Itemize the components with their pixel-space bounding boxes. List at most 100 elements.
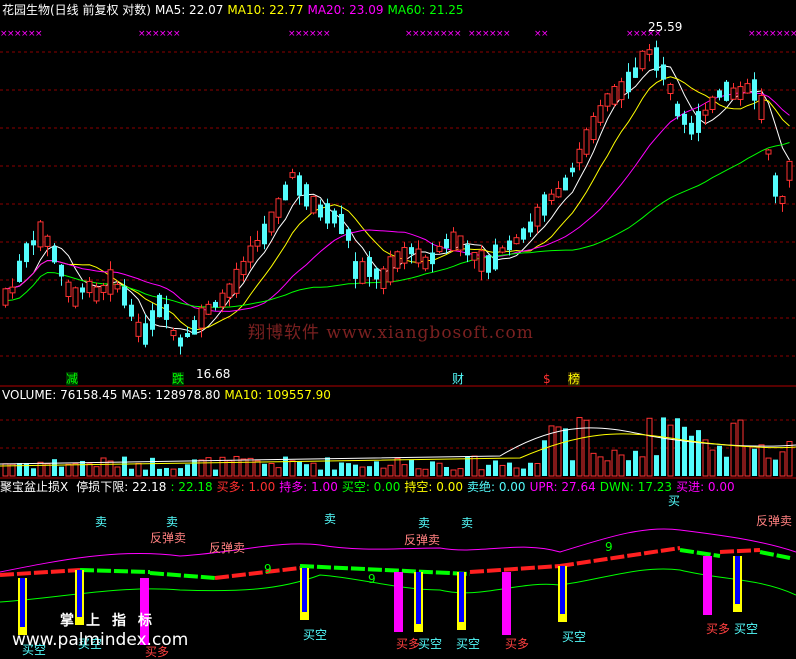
candle-down <box>465 244 470 256</box>
candle-up <box>2 288 9 306</box>
volume-bar-up <box>450 469 457 477</box>
volume-bar-down <box>122 456 127 476</box>
candle-down <box>542 194 547 216</box>
candle-down <box>773 175 778 197</box>
signal-bar-inner <box>705 556 710 607</box>
volume-bar-down <box>654 455 659 476</box>
event-bang[interactable]: 榜 <box>568 372 581 386</box>
candle-down <box>192 320 197 335</box>
volume-bar-up <box>779 451 786 477</box>
volume-bar-up <box>646 417 653 477</box>
volume-bar-down <box>318 469 323 476</box>
event-dollar[interactable]: $ <box>543 372 551 386</box>
candle-down <box>129 304 134 317</box>
candle-down <box>283 184 288 201</box>
candle-up <box>646 49 653 55</box>
signal-x-marker: × <box>173 29 181 39</box>
buy-short-label: 买空 <box>456 637 481 651</box>
stop-loss-segment <box>79 568 151 574</box>
candle-up <box>786 160 793 181</box>
candle-down <box>570 167 575 173</box>
rebound-sell-label: 反弹卖 <box>404 533 441 547</box>
candle-up <box>765 149 772 155</box>
buy-in-readout: 买进: 0.00 <box>676 480 735 494</box>
volume-bar-down <box>17 463 22 476</box>
candle-up <box>555 187 562 198</box>
volume-bar-up <box>583 419 590 477</box>
ma60-readout: MA60: 21.25 <box>387 3 464 17</box>
main-chart-header: 花园生物(日线 前复权 对数) MA5: 22.07 MA10: 22.77 MA20… <box>2 3 468 17</box>
buy-more-readout: 买多: 1.00 <box>216 480 276 494</box>
candle-up <box>597 105 604 123</box>
candle-up <box>422 256 429 270</box>
vol-ma5-readout: MA5: 128978.80 <box>121 388 221 402</box>
candle-up <box>387 256 394 283</box>
candle-down <box>717 90 722 98</box>
volume-bar-up <box>114 466 121 477</box>
sell-label: 卖 <box>461 516 474 530</box>
candle-down <box>24 243 29 263</box>
candle-up <box>548 193 555 202</box>
volume-bar-up <box>387 464 394 477</box>
volume-bar-up <box>37 461 44 477</box>
event-jian[interactable]: 减 <box>66 372 79 386</box>
volume-bar-down <box>430 461 435 476</box>
volume-bar-down <box>724 456 729 476</box>
volume-bar-down <box>409 459 414 476</box>
palm-watermark-title: 掌上指标 <box>60 613 164 629</box>
stop-loss-segment <box>299 564 471 576</box>
volume-bar-up <box>135 462 142 477</box>
volume-bar-up <box>275 467 282 477</box>
candle-down <box>318 204 323 218</box>
volume-bar-down <box>59 466 64 476</box>
volume-bar-down <box>717 445 722 476</box>
candle-up <box>205 303 212 315</box>
volume-bar-up <box>618 454 625 477</box>
signal-bar-inner <box>396 572 401 624</box>
volume-bar-down <box>633 450 638 476</box>
signal-x-marker: × <box>503 29 511 39</box>
volume-bar-up <box>359 466 366 477</box>
volume-bar-up <box>730 422 737 477</box>
volume-bar-down <box>304 464 309 476</box>
candle-up <box>359 261 366 284</box>
candle-up <box>401 247 408 264</box>
candle-down <box>164 304 169 320</box>
indicator-name[interactable]: 聚宝盆止损X <box>0 480 68 494</box>
volume-bar-up <box>737 419 744 477</box>
volume-bar-down <box>563 428 568 476</box>
volume-bar-down <box>129 468 134 476</box>
volume-bar-up <box>555 426 562 477</box>
candle-down <box>724 81 729 101</box>
event-cai[interactable]: 财 <box>452 372 464 386</box>
nine-count-label: 9 <box>264 562 272 576</box>
volume-bar-up <box>415 468 422 477</box>
stock-title[interactable]: 花园生物(日线 前复权 对数) <box>2 3 151 17</box>
volume-bar-up <box>422 468 429 477</box>
volume-bar-up <box>499 464 506 477</box>
candle-down <box>59 264 64 277</box>
candle-down <box>507 240 512 251</box>
stop-loss-label: 停损下限: 22.18 <box>76 480 167 494</box>
volume-bar-down <box>465 456 470 476</box>
volume-bar-down <box>150 457 155 476</box>
buy-short-label: 买空 <box>303 628 328 642</box>
candle-up <box>86 280 93 294</box>
signal-bar-inner <box>459 572 464 622</box>
sell-label: 卖 <box>324 512 337 526</box>
low-price-label: 16.68 <box>196 367 231 381</box>
rebound-sell-label: 反弹卖 <box>756 514 793 528</box>
volume-bar-down <box>752 448 757 476</box>
volume-bar-down <box>192 459 197 476</box>
volume-bar-down <box>185 464 190 476</box>
candle-up <box>779 196 786 204</box>
stop-loss-segment <box>214 566 301 580</box>
volume-bar-down <box>353 464 358 476</box>
candle-up <box>247 245 254 263</box>
candle-up <box>737 86 744 100</box>
volume-bar-down <box>339 462 344 476</box>
nine-count-label: 9 <box>605 540 613 554</box>
volume-bar-down <box>332 469 337 476</box>
candle-down <box>752 79 757 101</box>
event-die[interactable]: 跌 <box>172 372 185 386</box>
